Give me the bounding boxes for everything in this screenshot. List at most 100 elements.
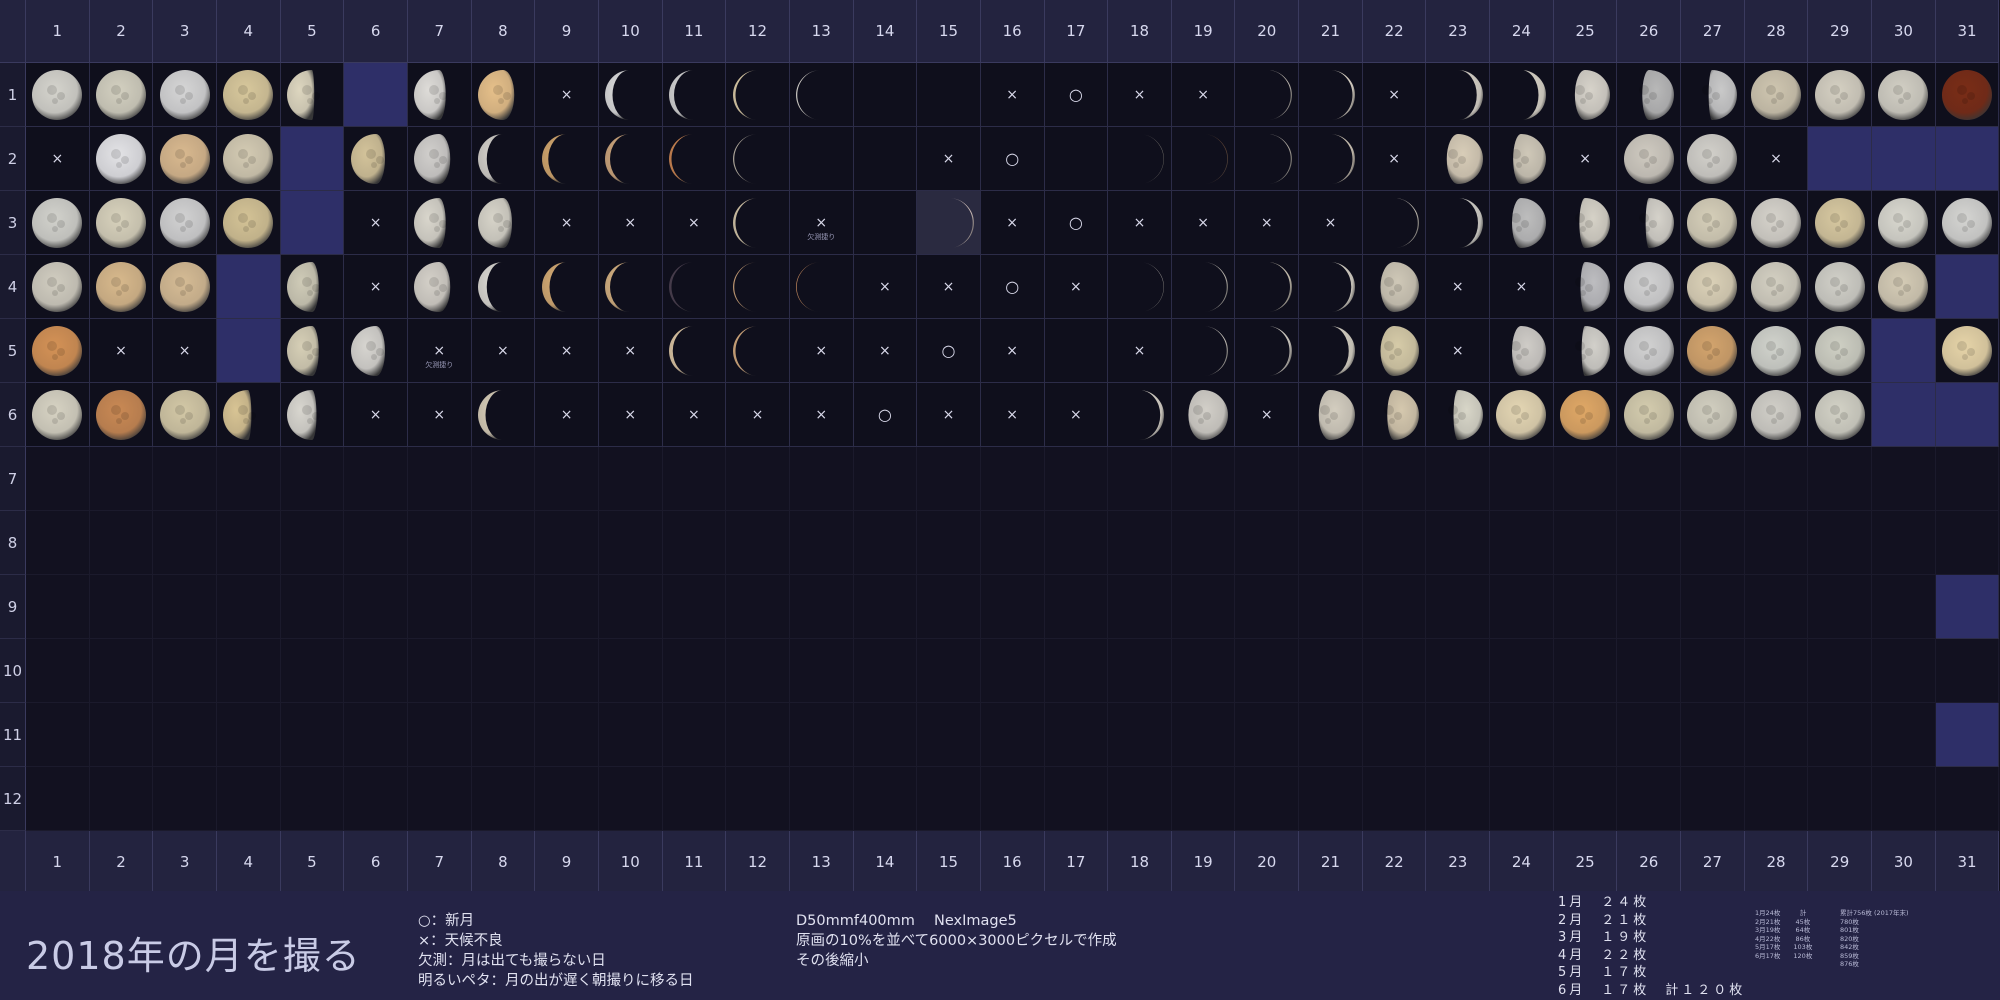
empty-cell	[471, 447, 536, 511]
day-header: 17	[1044, 0, 1109, 63]
bad-weather-cell: ×	[535, 191, 599, 255]
missed-cell	[1808, 127, 1873, 191]
empty-cell	[1872, 575, 1936, 639]
tiny-row: 3月19枚 64枚	[1755, 926, 1811, 934]
empty-cell	[1299, 767, 1363, 831]
footer-corner	[0, 831, 26, 894]
empty-cell	[26, 575, 90, 639]
tiny-row: 2月21枚 45枚	[1755, 917, 1811, 926]
tiny-row: 876枚	[1840, 960, 1859, 968]
month-header: 9	[0, 575, 26, 639]
moon-cell	[1808, 191, 1873, 255]
empty-cell	[153, 575, 217, 639]
moon-cell	[1235, 255, 1300, 319]
moon-photo	[32, 389, 83, 440]
day-header: 13	[789, 0, 854, 63]
day-header: 17	[1044, 831, 1109, 894]
moon-cell	[26, 383, 90, 447]
missed-cell	[1935, 255, 2000, 319]
count-row: 4月 ２２枚	[1558, 947, 1650, 963]
moon-photo	[1330, 133, 1356, 184]
empty-cell	[1235, 703, 1300, 767]
empty-cell	[726, 575, 790, 639]
cumulative-left: 1月24枚 計 2月21枚 45枚 3月19枚 64枚 4月22枚 86枚 5月…	[1755, 909, 1812, 960]
cross-icon: ×	[1515, 278, 1528, 295]
moon-photo	[1942, 69, 1993, 120]
empty-cell	[407, 767, 472, 831]
moon-cell	[1108, 127, 1172, 191]
legend: ○：新月 ×：天候不良 欠測：月は出ても撮らない日 明るいペタ：月の出が遅く朝撮…	[418, 911, 694, 991]
cross-icon: ×	[1260, 214, 1273, 231]
moon-photo	[1623, 325, 1674, 376]
moon-cell	[1808, 319, 1873, 383]
day-header: 21	[1299, 0, 1363, 63]
count-row: 6月 １７枚 計１２０枚	[1558, 982, 1746, 998]
moon-photo	[1203, 261, 1229, 312]
moon-photo	[32, 325, 83, 376]
cross-icon: ×	[1579, 150, 1591, 167]
legend-new-moon: ○：新月	[418, 913, 475, 929]
missed-cell	[1935, 127, 2000, 191]
empty-cell	[1362, 511, 1427, 575]
moon-cell	[1935, 319, 2000, 383]
cross-icon: ×	[1388, 150, 1400, 167]
moon-cell	[153, 383, 217, 447]
moon-cell	[89, 127, 154, 191]
moon-cell	[853, 63, 918, 127]
moon-photo	[286, 261, 320, 312]
moon-cell	[726, 127, 790, 191]
empty-cell	[917, 639, 981, 703]
empty-cell	[153, 447, 217, 511]
moon-photo	[1266, 325, 1292, 376]
cross-icon: ×	[497, 342, 509, 359]
bad-weather-cell: ×	[917, 383, 981, 447]
moon-cell	[1872, 63, 1936, 127]
empty-cell	[280, 703, 345, 767]
empty-cell	[1171, 703, 1236, 767]
moon-photo	[223, 133, 274, 184]
moon-cell	[535, 127, 599, 191]
empty-cell	[598, 767, 663, 831]
bad-weather-cell: ×	[980, 319, 1045, 383]
cross-icon: ×	[942, 150, 955, 167]
cross-icon: ×	[1069, 278, 1082, 295]
moon-photo	[1687, 133, 1738, 184]
moon-cell	[1171, 255, 1236, 319]
footer: 2018年の月を撮る ○：新月 ×：天候不良 欠測：月は出ても撮らない日 明るい…	[0, 891, 2000, 1000]
cross-icon: ×	[433, 342, 446, 359]
circle-icon: ○	[1068, 212, 1083, 232]
moon-photo	[1623, 389, 1674, 440]
empty-cell	[1362, 575, 1427, 639]
bad-weather-cell: ×	[1108, 319, 1172, 383]
moon-photo	[32, 69, 83, 120]
bad-weather-cell: ×	[853, 319, 918, 383]
moon-cell	[1553, 255, 1618, 319]
empty-cell	[1808, 447, 1873, 511]
empty-cell	[1362, 703, 1427, 767]
new-moon-cell: ○	[1044, 191, 1109, 255]
empty-cell	[216, 575, 281, 639]
moon-cell	[1044, 127, 1109, 191]
moon-photo	[477, 261, 503, 312]
moon-cell	[1681, 191, 1745, 255]
tiny-row: 859枚	[1840, 951, 1859, 960]
empty-cell	[1490, 511, 1554, 575]
moon-cell	[280, 383, 345, 447]
moon-cell	[1362, 383, 1427, 447]
moon-photo	[414, 261, 451, 312]
bad-weather-cell: ×	[917, 127, 981, 191]
empty-cell	[26, 447, 90, 511]
moon-cell	[153, 255, 217, 319]
moon-cell	[1299, 63, 1363, 127]
empty-cell	[1426, 767, 1491, 831]
day-header: 27	[1681, 831, 1745, 894]
moon-cell	[407, 191, 472, 255]
day-header: 24	[1490, 0, 1554, 63]
moon-cell	[1362, 191, 1427, 255]
moon-cell	[1744, 319, 1809, 383]
moon-cell	[1872, 191, 1936, 255]
bad-weather-cell: ×	[1362, 127, 1427, 191]
bad-weather-cell: ×	[1235, 191, 1300, 255]
empty-cell	[1299, 703, 1363, 767]
bad-weather-cell: ×	[662, 191, 727, 255]
